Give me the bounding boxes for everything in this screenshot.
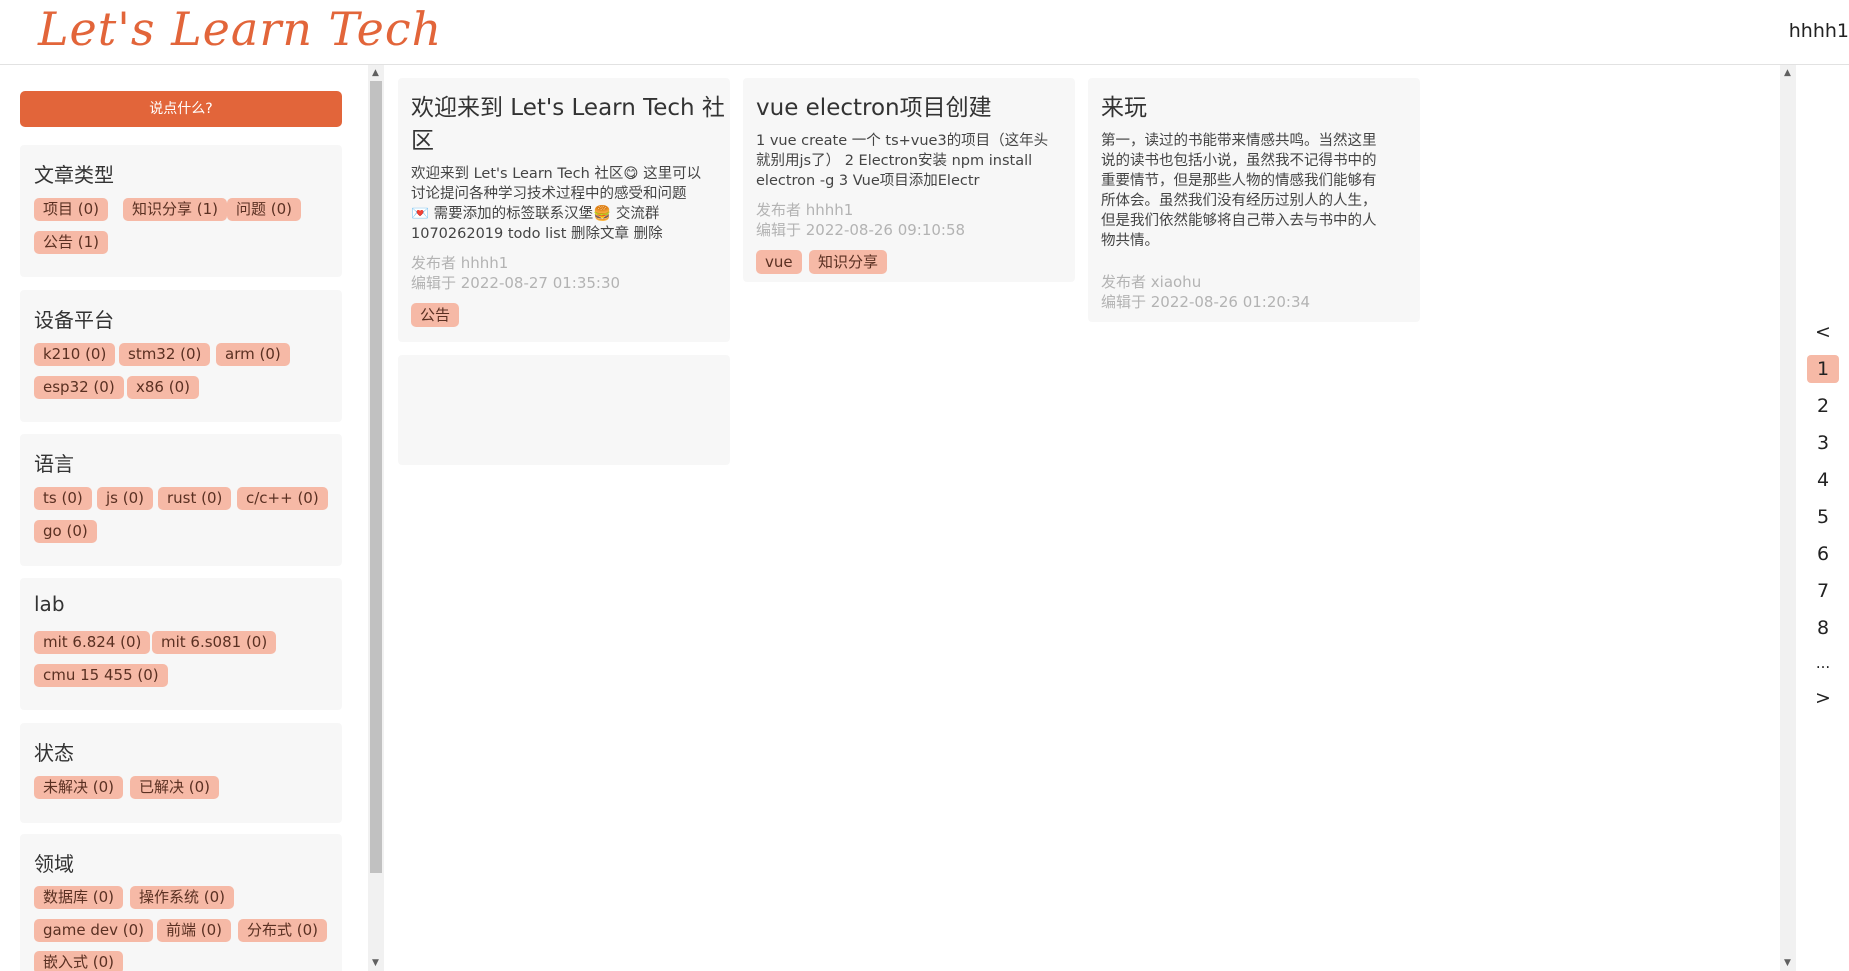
- post-edited-time: 编辑于 2022-08-26 01:20:34: [1101, 293, 1311, 311]
- tag-chip[interactable]: 操作系统 (0): [130, 886, 235, 909]
- tag-chip[interactable]: ts (0): [34, 487, 92, 510]
- excerpt-line: 💌 需要添加的标签联系汉堡🍔 交流群: [411, 206, 660, 222]
- tag-chip[interactable]: k210 (0): [34, 343, 116, 366]
- excerpt-line: 所体会。虽然我们没有经历过别人的人生，: [1101, 193, 1377, 209]
- post-excerpt: 第一，读过的书能带来情感共鸣。当然这里 说的读书也包括小说，虽然我不记得书中的 …: [1101, 131, 1377, 251]
- category-title: 语言: [34, 452, 74, 476]
- post-excerpt: 1 vue create 一个 ts+vue3的项目（这年头 就别用js了） 2…: [756, 131, 1048, 191]
- page-button-6[interactable]: 6: [1807, 540, 1839, 568]
- page-button-8[interactable]: 8: [1807, 614, 1839, 642]
- post-title[interactable]: 欢迎来到 Let's Learn Tech 社 区: [411, 92, 725, 158]
- category-title: lab: [34, 592, 65, 616]
- excerpt-line: 但是我们依然能够将自己带入去与书中的人: [1101, 213, 1377, 229]
- page-button-4[interactable]: 4: [1807, 466, 1839, 494]
- tag-chip[interactable]: 数据库 (0): [34, 886, 124, 909]
- tag-chip[interactable]: cmu 15 455 (0): [34, 664, 168, 687]
- tag-chip[interactable]: c/c++ (0): [237, 487, 328, 510]
- post-title-line: 区: [411, 128, 434, 154]
- tag-chip[interactable]: mit 6.824 (0): [34, 631, 151, 654]
- sidebar: 说点什么? 文章类型 项目 (0) 知识分享 (1) 问题 (0) 公告 (1)…: [0, 65, 368, 971]
- tag-chip[interactable]: 嵌入式 (0): [34, 951, 124, 971]
- post-tag[interactable]: 知识分享: [809, 250, 888, 274]
- post-card[interactable]: 欢迎来到 Let's Learn Tech 社 区 欢迎来到 Let's Lea…: [398, 78, 730, 342]
- site-logo[interactable]: Let's Learn Tech: [38, 2, 442, 56]
- excerpt-line: 1070262019 todo list 删除文章 删除: [411, 226, 663, 242]
- tag-chip[interactable]: 公告 (1): [34, 231, 109, 254]
- tag-chip[interactable]: go (0): [34, 520, 97, 543]
- top-bar: Let's Learn Tech hhhh1: [0, 0, 1849, 65]
- scroll-up-arrow-icon[interactable]: ▲: [372, 68, 379, 78]
- tag-chip[interactable]: 已解决 (0): [130, 776, 220, 799]
- scroll-up-arrow-icon[interactable]: ▲: [1784, 68, 1791, 78]
- post-title[interactable]: vue electron项目创建: [756, 92, 992, 125]
- category-title: 设备平台: [34, 308, 114, 332]
- excerpt-line: 就别用js了） 2 Electron安装 npm install: [756, 153, 1033, 169]
- page-button-5[interactable]: 5: [1807, 503, 1839, 531]
- scroll-down-arrow-icon[interactable]: ▼: [1784, 958, 1791, 968]
- tag-chip[interactable]: 前端 (0): [157, 919, 232, 942]
- tag-chip[interactable]: esp32 (0): [34, 376, 124, 399]
- post-card[interactable]: 来玩 第一，读过的书能带来情感共鸣。当然这里 说的读书也包括小说，虽然我不记得书…: [1088, 78, 1420, 322]
- post-excerpt: 欢迎来到 Let's Learn Tech 社区😋 这里可以 讨论提问各种学习技…: [411, 164, 701, 244]
- excerpt-line: 重要情节，但是那些人物的情感我们能够有: [1101, 173, 1377, 189]
- category-title: 状态: [34, 741, 74, 765]
- post-author: 发布者 xiaohu: [1101, 273, 1202, 291]
- username[interactable]: hhhh1: [1789, 20, 1849, 42]
- say-something-button[interactable]: 说点什么?: [20, 91, 342, 127]
- tag-chip[interactable]: 未解决 (0): [34, 776, 124, 799]
- post-card[interactable]: vue electron项目创建 1 vue create 一个 ts+vue3…: [743, 78, 1075, 282]
- excerpt-line: 欢迎来到 Let's Learn Tech 社区😋 这里可以: [411, 166, 702, 182]
- excerpt-line: 说的读书也包括小说，虽然我不记得书中的: [1101, 153, 1377, 169]
- tag-chip[interactable]: x86 (0): [127, 376, 199, 399]
- post-tag[interactable]: vue: [756, 250, 802, 274]
- excerpt-line: 物共情。: [1101, 233, 1159, 249]
- category-device-platform: 设备平台 k210 (0) stm32 (0) arm (0) esp32 (0…: [20, 290, 342, 422]
- post-tag[interactable]: 公告: [411, 303, 460, 327]
- tag-chip[interactable]: 知识分享 (1): [123, 198, 228, 221]
- post-title[interactable]: 来玩: [1101, 92, 1147, 125]
- post-author: 发布者 hhhh1: [756, 201, 854, 219]
- post-author: 发布者 hhhh1: [411, 254, 509, 272]
- scrollbar-thumb[interactable]: [370, 81, 382, 873]
- category-lab: lab mit 6.824 (0) mit 6.s081 (0) cmu 15 …: [20, 578, 342, 710]
- excerpt-line: 第一，读过的书能带来情感共鸣。当然这里: [1101, 133, 1377, 149]
- post-title-line: 欢迎来到 Let's Learn Tech 社: [411, 95, 725, 121]
- page-button-7[interactable]: 7: [1807, 577, 1839, 605]
- tag-chip[interactable]: mit 6.s081 (0): [152, 631, 277, 654]
- next-page-button[interactable]: >: [1807, 684, 1839, 712]
- tag-chip[interactable]: js (0): [97, 487, 153, 510]
- sidebar-scrollbar[interactable]: ▲ ▼: [368, 65, 384, 971]
- tag-chip[interactable]: game dev (0): [34, 919, 153, 942]
- post-edited-time: 编辑于 2022-08-26 09:10:58: [756, 221, 966, 239]
- placeholder-card: [398, 355, 730, 465]
- tag-chip[interactable]: 项目 (0): [34, 198, 109, 221]
- scroll-down-arrow-icon[interactable]: ▼: [372, 958, 379, 968]
- category-title: 领域: [34, 852, 74, 876]
- excerpt-line: 1 vue create 一个 ts+vue3的项目（这年头: [756, 133, 1049, 149]
- category-status: 状态 未解决 (0) 已解决 (0): [20, 723, 342, 823]
- pagination-ellipsis[interactable]: ...: [1807, 649, 1839, 677]
- tag-chip[interactable]: stm32 (0): [119, 343, 211, 366]
- tag-chip[interactable]: arm (0): [216, 343, 290, 366]
- category-language: 语言 ts (0) js (0) rust (0) c/c++ (0) go (…: [20, 434, 342, 566]
- page-button-1[interactable]: 1: [1807, 355, 1839, 383]
- prev-page-button[interactable]: <: [1807, 318, 1839, 346]
- page-button-3[interactable]: 3: [1807, 429, 1839, 457]
- excerpt-line: electron -g 3 Vue项目添加Electr: [756, 173, 980, 189]
- page-button-2[interactable]: 2: [1807, 392, 1839, 420]
- content-scrollbar[interactable]: ▲ ▼: [1780, 65, 1796, 971]
- post-feed: 欢迎来到 Let's Learn Tech 社 区 欢迎来到 Let's Lea…: [386, 65, 1780, 971]
- post-edited-time: 编辑于 2022-08-27 01:35:30: [411, 274, 621, 292]
- excerpt-line: 讨论提问各种学习技术过程中的感受和问题: [411, 186, 687, 202]
- category-field: 领域 数据库 (0) 操作系统 (0) game dev (0) 前端 (0) …: [20, 834, 342, 971]
- category-article-type: 文章类型 项目 (0) 知识分享 (1) 问题 (0) 公告 (1): [20, 145, 342, 277]
- category-title: 文章类型: [34, 163, 114, 187]
- tag-chip[interactable]: 问题 (0): [227, 198, 302, 221]
- tag-chip[interactable]: 分布式 (0): [238, 919, 328, 942]
- tag-chip[interactable]: rust (0): [158, 487, 232, 510]
